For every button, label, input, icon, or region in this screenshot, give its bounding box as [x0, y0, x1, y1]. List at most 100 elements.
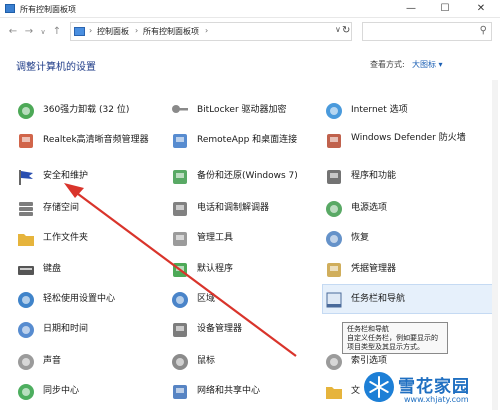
item-label: Internet 选项	[351, 105, 408, 115]
control-panel-item[interactable]: Windows Defender 防火墙	[324, 131, 491, 157]
control-panel-item[interactable]: BitLocker 驱动器加密	[170, 101, 287, 127]
tooltip-text: 自定义任务栏，例如要显示的项目类型及其显示方式。	[347, 334, 438, 351]
breadcrumb-separator: ›	[135, 26, 139, 35]
control-panel-item[interactable]: 任务栏和导航	[324, 290, 405, 316]
sync-icon	[16, 382, 36, 402]
admin-tools-icon	[170, 229, 190, 249]
control-panel-item[interactable]: 网络和共享中心	[170, 382, 260, 408]
item-label: 同步中心	[43, 386, 80, 396]
item-label: 设备管理器	[197, 324, 243, 334]
item-label: 程序和功能	[351, 171, 397, 181]
tooltip: 任务栏和导航 自定义任务栏，例如要显示的项目类型及其显示方式。	[342, 322, 448, 354]
breadcrumb-separator: ›	[205, 26, 209, 35]
control-panel-item[interactable]: 工作文件夹	[16, 229, 88, 255]
recovery-icon	[324, 229, 344, 249]
flag-icon	[16, 167, 36, 187]
clock-icon	[16, 320, 36, 340]
control-panel-item[interactable]: 日期和时间	[16, 320, 88, 346]
item-label: 工作文件夹	[43, 233, 89, 243]
item-label: 默认程序	[197, 264, 234, 274]
address-field[interactable]: › 控制面板 › 所有控制面板项 › ∨	[70, 22, 352, 41]
default-programs-icon	[170, 260, 190, 280]
control-panel-item[interactable]: 电源选项	[324, 199, 387, 225]
forward-button[interactable]: →	[22, 25, 36, 39]
view-by-dropdown[interactable]: 大图标 ▾	[412, 59, 443, 70]
chevron-down-icon[interactable]: ∨	[335, 25, 341, 34]
item-label: 备份和还原(Windows 7)	[197, 171, 298, 181]
item-label: 日期和时间	[43, 324, 89, 334]
control-panel-item[interactable]: 轻松使用设置中心	[16, 290, 115, 316]
sound-icon	[16, 352, 36, 372]
window-title: 所有控制面板项	[20, 5, 76, 14]
tooltip-title: 任务栏和导航	[347, 325, 389, 333]
item-label: Windows Defender 防火墙	[351, 133, 466, 143]
control-panel-item[interactable]: RemoteApp 和桌面连接	[170, 131, 297, 157]
internet-icon	[324, 101, 344, 121]
control-panel-item[interactable]: 设备管理器	[170, 320, 242, 346]
control-panel-item[interactable]: 存储空间	[16, 199, 79, 225]
control-panel-item[interactable]: 键盘	[16, 260, 61, 286]
control-panel-item[interactable]: 360强力卸载 (32 位)	[16, 101, 129, 127]
control-panel-item[interactable]: 默认程序	[170, 260, 233, 286]
minimize-button[interactable]: —	[396, 0, 426, 18]
item-label: 恢复	[351, 233, 370, 243]
folder-icon	[16, 229, 36, 249]
control-panel-item[interactable]: 凭据管理器	[324, 260, 396, 286]
control-panel-item[interactable]: 文	[324, 382, 360, 408]
item-label: 声音	[43, 356, 62, 366]
storage-icon	[16, 199, 36, 219]
credential-icon	[324, 260, 344, 280]
watermark: 雪花家园 www.xhjaty.com	[360, 368, 500, 411]
control-panel-item[interactable]: Realtek高清晰音频管理器	[16, 131, 149, 157]
keyboard-icon	[16, 260, 36, 280]
item-label: 网络和共享中心	[197, 386, 261, 396]
ease-of-access-icon	[16, 290, 36, 310]
breadcrumb-control-panel[interactable]: 控制面板	[97, 26, 129, 37]
item-label: 360强力卸载 (32 位)	[43, 105, 130, 115]
item-label: 存储空间	[43, 203, 80, 213]
page-title: 调整计算机的设置	[16, 62, 96, 73]
watermark-url: www.xhjaty.com	[404, 395, 469, 404]
up-button[interactable]: ↑	[50, 25, 64, 39]
control-panel-item[interactable]: 安全和维护	[16, 167, 88, 193]
device-manager-icon	[170, 320, 190, 340]
item-label: 安全和维护	[43, 171, 89, 181]
scrollbar[interactable]	[492, 80, 498, 410]
control-panel-icon	[74, 27, 85, 36]
network-icon	[170, 382, 190, 402]
breadcrumb-all-items[interactable]: 所有控制面板项	[143, 26, 199, 37]
item-label: 电源选项	[351, 203, 388, 213]
control-panel-item[interactable]: 鼠标	[170, 352, 215, 378]
close-button[interactable]: ✕	[466, 0, 496, 18]
control-panel-item[interactable]: 声音	[16, 352, 61, 378]
item-label: 轻松使用设置中心	[43, 294, 116, 304]
refresh-icon[interactable]: ↻	[342, 25, 350, 36]
phone-icon	[170, 199, 190, 219]
item-label: Realtek高清晰音频管理器	[43, 135, 149, 145]
control-panel-item[interactable]: Internet 选项	[324, 101, 408, 127]
item-label: 索引选项	[351, 356, 388, 366]
globe-icon	[170, 290, 190, 310]
item-label: 鼠标	[197, 356, 216, 366]
control-panel-item[interactable]: 同步中心	[16, 382, 79, 408]
remote-desktop-icon	[170, 131, 190, 151]
speaker-icon	[16, 131, 36, 151]
control-panel-item[interactable]: 区域	[170, 290, 215, 316]
maximize-button[interactable]: ☐	[430, 0, 460, 18]
control-panel-item[interactable]: 程序和功能	[324, 167, 396, 193]
control-panel-item[interactable]: 备份和还原(Windows 7)	[170, 167, 298, 193]
item-label: BitLocker 驱动器加密	[197, 105, 287, 115]
control-panel-item[interactable]: 管理工具	[170, 229, 233, 255]
watermark-title: 雪花家园	[398, 377, 470, 397]
search-input[interactable]: ⚲	[362, 22, 492, 41]
backup-icon	[170, 167, 190, 187]
item-label: 文	[351, 386, 361, 396]
control-panel-item[interactable]: 恢复	[324, 229, 369, 255]
recent-locations-button[interactable]: ∨	[36, 25, 50, 39]
uninstall-icon	[16, 101, 36, 121]
mouse-icon	[170, 352, 190, 372]
item-label: 键盘	[43, 264, 62, 274]
control-panel-icon	[5, 4, 15, 13]
back-button[interactable]: ←	[6, 25, 20, 39]
control-panel-item[interactable]: 电话和调制解调器	[170, 199, 269, 225]
